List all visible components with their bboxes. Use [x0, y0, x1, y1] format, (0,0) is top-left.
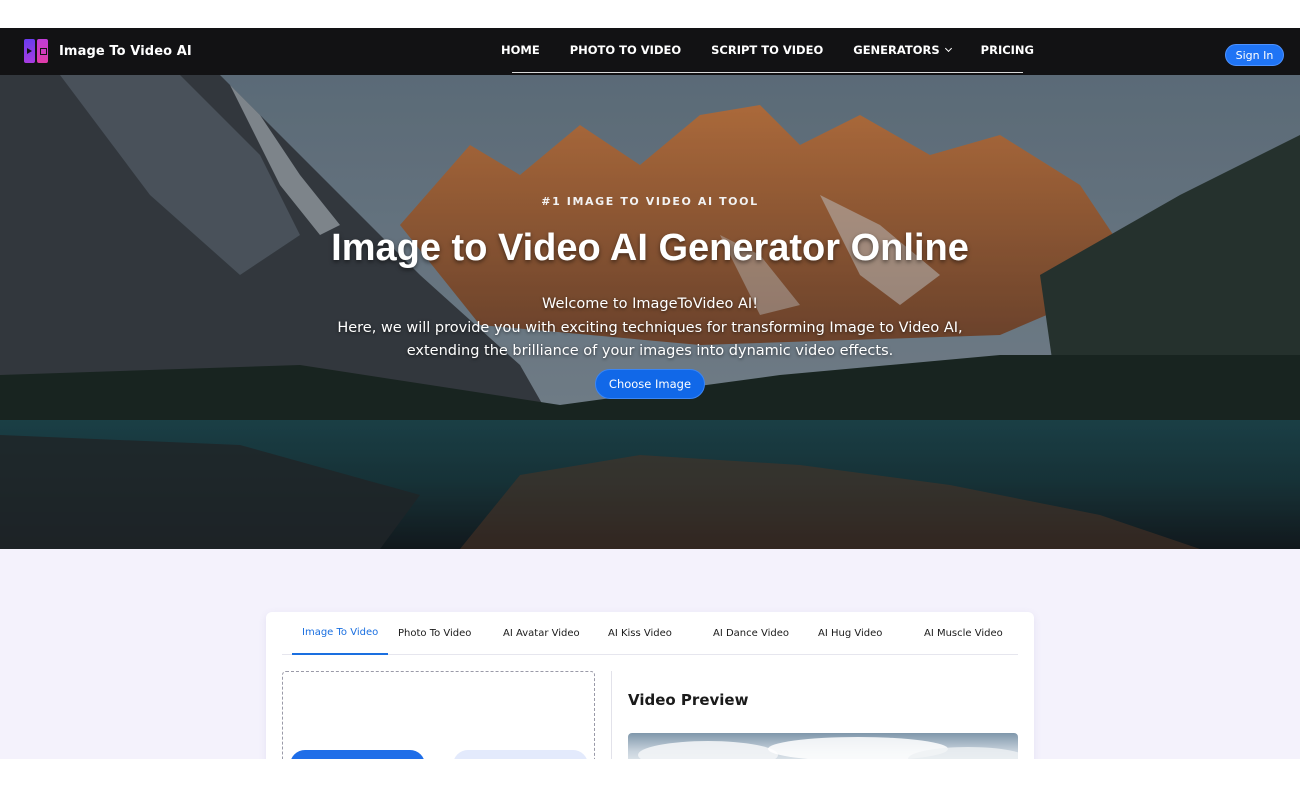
- hero-description: Welcome to ImageToVideo AI! Here, we wil…: [0, 293, 1300, 364]
- main-menu: HOME PHOTO TO VIDEO SCRIPT TO VIDEO GENE…: [501, 28, 1034, 73]
- brand[interactable]: Image To Video AI: [24, 39, 192, 63]
- brand-name: Image To Video AI: [59, 43, 192, 59]
- hero-eyebrow: #1 IMAGE TO VIDEO AI TOOL: [541, 195, 759, 208]
- video-preview-title: Video Preview: [628, 691, 749, 709]
- nav-generators[interactable]: GENERATORS: [838, 43, 965, 57]
- sign-in-button[interactable]: Sign In: [1225, 44, 1284, 66]
- tab-ai-avatar-video[interactable]: AI Avatar Video: [503, 612, 580, 655]
- upload-primary-button[interactable]: [290, 750, 425, 759]
- film-frames-icon: [24, 39, 48, 63]
- nav-pricing-label: PRICING: [980, 43, 1035, 57]
- chevron-down-icon: [944, 44, 952, 53]
- generator-card: Image To Video Photo To Video AI Avatar …: [266, 612, 1034, 759]
- nav-script-to-video-label: SCRIPT TO VIDEO: [711, 43, 824, 57]
- nav-photo-to-video[interactable]: PHOTO TO VIDEO: [555, 43, 696, 57]
- hero-desc-line-2: Here, we will provide you with exciting …: [337, 319, 963, 336]
- tab-ai-muscle-video[interactable]: AI Muscle Video: [924, 612, 1003, 655]
- nav-home[interactable]: HOME: [486, 43, 555, 57]
- upload-secondary-button[interactable]: [453, 750, 588, 759]
- nav-script-to-video[interactable]: SCRIPT TO VIDEO: [696, 43, 838, 57]
- tab-ai-kiss-video[interactable]: AI Kiss Video: [608, 612, 672, 655]
- generator-tabs: Image To Video Photo To Video AI Avatar …: [282, 612, 1018, 655]
- nav-home-label: HOME: [500, 43, 540, 57]
- tab-image-to-video[interactable]: Image To Video: [292, 612, 389, 655]
- panel-divider: [611, 671, 612, 759]
- top-navbar: Image To Video AI HOME PHOTO TO VIDEO SC…: [0, 28, 1300, 75]
- image-upload-dropzone[interactable]: [282, 671, 595, 759]
- tab-ai-dance-video[interactable]: AI Dance Video: [713, 612, 789, 655]
- tab-photo-to-video[interactable]: Photo To Video: [398, 612, 471, 655]
- hero-desc-line-3: extending the brilliance of your images …: [406, 343, 894, 359]
- page-viewport: Image To Video AI HOME PHOTO TO VIDEO SC…: [0, 28, 1300, 759]
- nav-generators-label: GENERATORS: [853, 43, 940, 57]
- hero-banner: #1 IMAGE TO VIDEO AI TOOL Image to Video…: [0, 75, 1300, 549]
- hero-desc-line-1: Welcome to ImageToVideo AI!: [541, 296, 759, 312]
- nav-photo-to-video-label: PHOTO TO VIDEO: [569, 43, 682, 57]
- video-preview-thumbnail: [628, 733, 1018, 759]
- choose-image-button[interactable]: Choose Image: [595, 369, 705, 399]
- tab-ai-hug-video[interactable]: AI Hug Video: [818, 612, 882, 655]
- hero-title: Image to Video AI Generator Online: [331, 227, 969, 269]
- nav-pricing[interactable]: PRICING: [966, 43, 1049, 57]
